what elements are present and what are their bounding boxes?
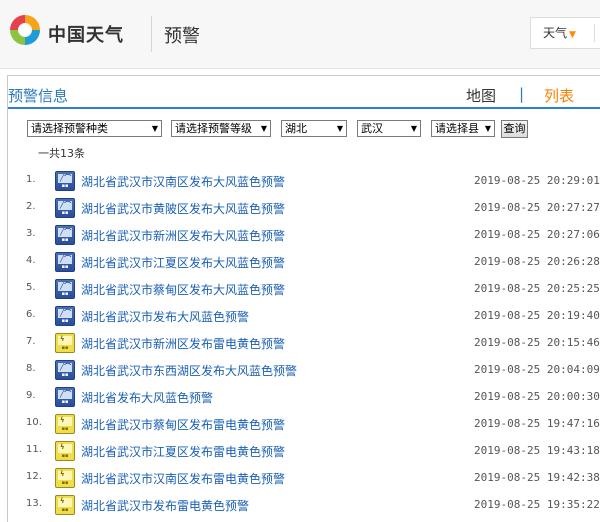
- warning-level-value: 请选择预警等级: [175, 122, 252, 135]
- city-value: 武汉: [361, 122, 383, 135]
- alert-number: 1.: [26, 174, 36, 185]
- county-value: 请选择县: [435, 122, 479, 135]
- wind-blue-warning-icon: ╱⌒ ▪▪: [55, 171, 75, 191]
- alert-time: 2019-08-25 20:25:25: [474, 282, 600, 295]
- warning-level-select[interactable]: 请选择预警等级 ▼: [171, 120, 271, 137]
- alert-time: 2019-08-25 20:00:30: [474, 390, 600, 403]
- alert-row: 10. ϟ ▪▪ 湖北省武汉市蔡甸区发布雷电黄色预警 2019-08-25 19:…: [0, 413, 600, 440]
- alert-row: 2. ╱⌒ ▪▪ 湖北省武汉市黄陂区发布大风蓝色预警 2019-08-25 20:…: [0, 197, 600, 224]
- wind-blue-warning-icon: ╱⌒ ▪▪: [55, 252, 75, 272]
- alert-title-link[interactable]: 湖北省武汉市发布大风蓝色预警: [81, 308, 249, 325]
- warning-type-value: 请选择预警种类: [31, 122, 108, 135]
- weather-dropdown[interactable]: 天气 ▼: [530, 17, 600, 49]
- panel-title: 预警信息: [8, 87, 69, 105]
- alert-time: 2019-08-25 20:27:27: [474, 201, 600, 214]
- wind-blue-warning-icon: ╱⌒ ▪▪: [55, 225, 75, 245]
- thunder-yellow-warning-icon: ϟ ▪▪: [55, 333, 75, 353]
- select-arrow-icon: ▼: [410, 124, 417, 133]
- header-divider: [151, 16, 152, 52]
- alert-time: 2019-08-25 19:43:18: [474, 444, 600, 457]
- alert-time: 2019-08-25 20:27:06: [474, 228, 600, 241]
- alert-number: 13.: [26, 498, 42, 509]
- panel-divider: [8, 107, 600, 109]
- caret-down-icon: ▼: [569, 30, 576, 40]
- alert-title-link[interactable]: 湖北省武汉市新洲区发布雷电黄色预警: [81, 335, 285, 352]
- alert-number: 5.: [26, 282, 36, 293]
- weather-dropdown-label: 天气: [543, 26, 568, 40]
- alert-title-link[interactable]: 湖北省发布大风蓝色预警: [81, 389, 213, 406]
- thunder-yellow-warning-icon: ϟ ▪▪: [55, 414, 75, 434]
- alert-row: 3. ╱⌒ ▪▪ 湖北省武汉市新洲区发布大风蓝色预警 2019-08-25 20:…: [0, 224, 600, 251]
- alert-title-link[interactable]: 湖北省武汉市汉南区发布大风蓝色预警: [81, 173, 285, 190]
- alert-title-link[interactable]: 湖北省武汉市蔡甸区发布大风蓝色预警: [81, 281, 285, 298]
- province-select[interactable]: 湖北 ▼: [281, 120, 347, 137]
- wind-blue-warning-icon: ╱⌒ ▪▪: [55, 279, 75, 299]
- brand-name[interactable]: 中国天气: [48, 21, 124, 47]
- wind-blue-warning-icon: ╱⌒ ▪▪: [55, 198, 75, 218]
- alert-number: 6.: [26, 309, 36, 320]
- county-select[interactable]: 请选择县 ▼: [431, 120, 495, 137]
- tab-separator: |: [519, 85, 525, 103]
- province-value: 湖北: [285, 122, 307, 135]
- city-select[interactable]: 武汉 ▼: [357, 120, 421, 137]
- result-count: 一共13条: [38, 147, 85, 160]
- select-arrow-icon: ▼: [151, 124, 158, 133]
- site-header: 中国天气 预警 天气 ▼: [0, 0, 600, 69]
- logo-icon[interactable]: [8, 13, 42, 47]
- alert-row: 5. ╱⌒ ▪▪ 湖北省武汉市蔡甸区发布大风蓝色预警 2019-08-25 20:…: [0, 278, 600, 305]
- alert-row: 6. ╱⌒ ▪▪ 湖北省武汉市发布大风蓝色预警 2019-08-25 20:19:…: [0, 305, 600, 332]
- alert-title-link[interactable]: 湖北省武汉市蔡甸区发布雷电黄色预警: [81, 416, 285, 433]
- tab-map[interactable]: 地图: [466, 85, 496, 106]
- select-arrow-icon: ▼: [484, 124, 491, 133]
- section-title: 预警: [164, 26, 200, 47]
- alert-title-link[interactable]: 湖北省武汉市黄陂区发布大风蓝色预警: [81, 200, 285, 217]
- alert-time: 2019-08-25 19:35:22: [474, 498, 600, 511]
- dropdown-divider: [594, 24, 595, 42]
- alert-time: 2019-08-25 19:42:38: [474, 471, 600, 484]
- tab-list[interactable]: 列表: [544, 85, 574, 106]
- alert-number: 4.: [26, 255, 36, 266]
- alert-title-link[interactable]: 湖北省武汉市新洲区发布大风蓝色预警: [81, 227, 285, 244]
- warning-type-select[interactable]: 请选择预警种类 ▼: [27, 120, 162, 137]
- wind-blue-warning-icon: ╱⌒ ▪▪: [55, 387, 75, 407]
- search-button[interactable]: 查询: [501, 120, 528, 138]
- select-arrow-icon: ▼: [336, 124, 343, 133]
- alert-number: 9.: [26, 390, 36, 401]
- alert-number: 10.: [26, 417, 42, 428]
- thunder-yellow-warning-icon: ϟ ▪▪: [55, 441, 75, 461]
- alert-row: 11. ϟ ▪▪ 湖北省武汉市江夏区发布雷电黄色预警 2019-08-25 19:…: [0, 440, 600, 467]
- alert-row: 13. ϟ ▪▪ 湖北省武汉市发布雷电黄色预警 2019-08-25 19:35:…: [0, 494, 600, 521]
- alert-number: 3.: [26, 228, 36, 239]
- alert-title-link[interactable]: 湖北省武汉市江夏区发布大风蓝色预警: [81, 254, 285, 271]
- alert-time: 2019-08-25 20:29:01: [474, 174, 600, 187]
- alert-time: 2019-08-25 20:04:09: [474, 363, 600, 376]
- alert-title-link[interactable]: 湖北省武汉市发布雷电黄色预警: [81, 497, 249, 514]
- thunder-yellow-warning-icon: ϟ ▪▪: [55, 495, 75, 515]
- alert-number: 11.: [26, 444, 42, 455]
- wind-blue-warning-icon: ╱⌒ ▪▪: [55, 306, 75, 326]
- alert-row: 12. ϟ ▪▪ 湖北省武汉市汉南区发布雷电黄色预警 2019-08-25 19:…: [0, 467, 600, 494]
- alert-time: 2019-08-25 20:15:46: [474, 336, 600, 349]
- alert-title-link[interactable]: 湖北省武汉市江夏区发布雷电黄色预警: [81, 443, 285, 460]
- alert-time: 2019-08-25 20:26:28: [474, 255, 600, 268]
- alert-row: 7. ϟ ▪▪ 湖北省武汉市新洲区发布雷电黄色预警 2019-08-25 20:1…: [0, 332, 600, 359]
- alert-row: 4. ╱⌒ ▪▪ 湖北省武汉市江夏区发布大风蓝色预警 2019-08-25 20:…: [0, 251, 600, 278]
- select-arrow-icon: ▼: [260, 124, 267, 133]
- alert-row: 9. ╱⌒ ▪▪ 湖北省发布大风蓝色预警 2019-08-25 20:00:30: [0, 386, 600, 413]
- alert-number: 8.: [26, 363, 36, 374]
- alert-time: 2019-08-25 19:47:16: [474, 417, 600, 430]
- alert-row: 1. ╱⌒ ▪▪ 湖北省武汉市汉南区发布大风蓝色预警 2019-08-25 20:…: [0, 170, 600, 197]
- alert-row: 8. ╱⌒ ▪▪ 湖北省武汉市东西湖区发布大风蓝色预警 2019-08-25 20…: [0, 359, 600, 386]
- alert-number: 12.: [26, 471, 42, 482]
- alert-title-link[interactable]: 湖北省武汉市东西湖区发布大风蓝色预警: [81, 362, 297, 379]
- alert-title-link[interactable]: 湖北省武汉市汉南区发布雷电黄色预警: [81, 470, 285, 487]
- thunder-yellow-warning-icon: ϟ ▪▪: [55, 468, 75, 488]
- alert-number: 7.: [26, 336, 36, 347]
- alert-time: 2019-08-25 20:19:40: [474, 309, 600, 322]
- alert-number: 2.: [26, 201, 36, 212]
- wind-blue-warning-icon: ╱⌒ ▪▪: [55, 360, 75, 380]
